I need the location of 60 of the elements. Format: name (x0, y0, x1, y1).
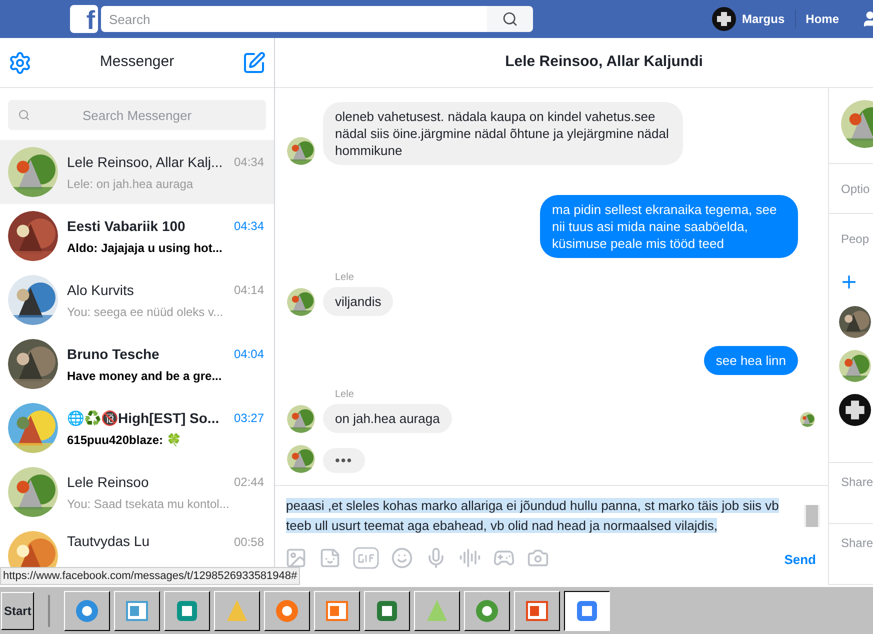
conversation-item[interactable]: 🌐♻🔞High[EST] So... 03:27 615puu420blaze: 🍀 (0, 396, 274, 460)
settings-icon[interactable] (8, 50, 32, 74)
conversation-time: 02:44 (234, 474, 264, 491)
message-preview: Lele: on jah.hea auraga (67, 176, 194, 192)
status-url: https://www.facebook.com/messages/t/1298526933581948# (0, 567, 300, 585)
people-label: Peop (841, 230, 870, 248)
avatar-icon (712, 7, 736, 31)
sidebar-title: Messenger (98, 52, 176, 72)
message-preview: You: Saad tsekata mu kontol... (67, 496, 230, 512)
shared-label: Share (841, 474, 873, 489)
home-link[interactable]: Home (806, 10, 839, 28)
message-bubble: viljandis (323, 287, 394, 316)
sender-name: Lele (335, 388, 355, 402)
typing-indicator: ••• (323, 448, 365, 473)
message-preview: Have money and be a gre... (67, 368, 223, 384)
compose-icon[interactable] (242, 50, 266, 74)
conversation-item[interactable]: Lele Reinsoo, Allar Kalj... 04:34 Lele: on jah.hea auraga (0, 140, 274, 204)
message-bubble: ma pidin sellest ekranaika tegema, see nii tuus asi mida naine saaböelda, küsimuse peale mis tööd teed (540, 195, 798, 258)
conversation-item[interactable]: Lele Reinsoo 02:44 You: Saad tsekata mu kontol... (0, 460, 274, 524)
app-icon (74, 598, 100, 624)
conversation-time: 03:27 (234, 410, 264, 427)
message-preview: 615puu420blaze: 🍀 (67, 432, 182, 448)
sender-name: Lele (335, 271, 355, 285)
taskbar-button[interactable] (564, 590, 610, 630)
logo[interactable]: f (70, 5, 98, 33)
conversation-name: Eesti Vabariik 100 (67, 216, 186, 236)
user-name[interactable]: Margus (742, 10, 785, 28)
shared-label: Share (841, 536, 873, 550)
conversation-time: 04:34 (234, 218, 264, 235)
message-bubble: see hea linn (704, 346, 798, 375)
message-bubble: oleneb vahetusest. nädala kaupa on kindel vahetus.see nädal siis öine.järgmine nädal õhtune ja ylejärgmine nädal hommikune (323, 102, 683, 165)
conversation-name: Alo Kurvits (67, 280, 134, 300)
start-button[interactable]: Start (1, 592, 34, 630)
conversation-name: Tautvydas Lu (67, 532, 150, 551)
conversation-time: 04:04 (234, 346, 264, 363)
conversation-item[interactable]: Bruno Tesche 04:04 Have money and be a gre... (0, 332, 274, 396)
avatar-icon (839, 394, 871, 426)
conversation-item[interactable]: Alo Kurvits 04:14 You: seega ee nüüd oleks v... (0, 268, 274, 332)
search-icon (502, 11, 518, 27)
conversation-name: 🌐♻🔞High[EST] So... (67, 408, 220, 428)
search-button[interactable] (487, 6, 533, 32)
conversation-name: Bruno Tesche (67, 344, 160, 364)
search-field[interactable]: Search (101, 6, 487, 32)
app-icon (474, 598, 500, 624)
conversation-time: 04:34 (234, 154, 264, 171)
message-preview: You: seega ee nüüd oleks v... (67, 304, 224, 320)
chat-title: Lele Reinsoo, Allar Kaljundi (505, 52, 703, 72)
conversation-time: 04:14 (234, 282, 264, 299)
options-label: Optio (841, 180, 870, 198)
conversation-name: Lele Reinsoo, Allar Kalj... (67, 152, 223, 172)
app-icon (274, 598, 300, 624)
conversation-item[interactable]: Eesti Vabariik 100 04:34 Aldo: Jajajaja u using hot... (0, 204, 274, 268)
scrollbar[interactable] (804, 505, 820, 527)
conversation-name: Lele Reinsoo (67, 472, 149, 492)
conversation-time: 00:58 (234, 534, 264, 550)
message-bubble: on jah.hea auraga (323, 404, 452, 433)
message-preview: Aldo: Jajajaja u using hot... (67, 240, 224, 256)
send-button[interactable]: Send (784, 550, 816, 570)
search-field[interactable]: Search Messenger (8, 100, 266, 130)
search-icon (18, 109, 30, 121)
